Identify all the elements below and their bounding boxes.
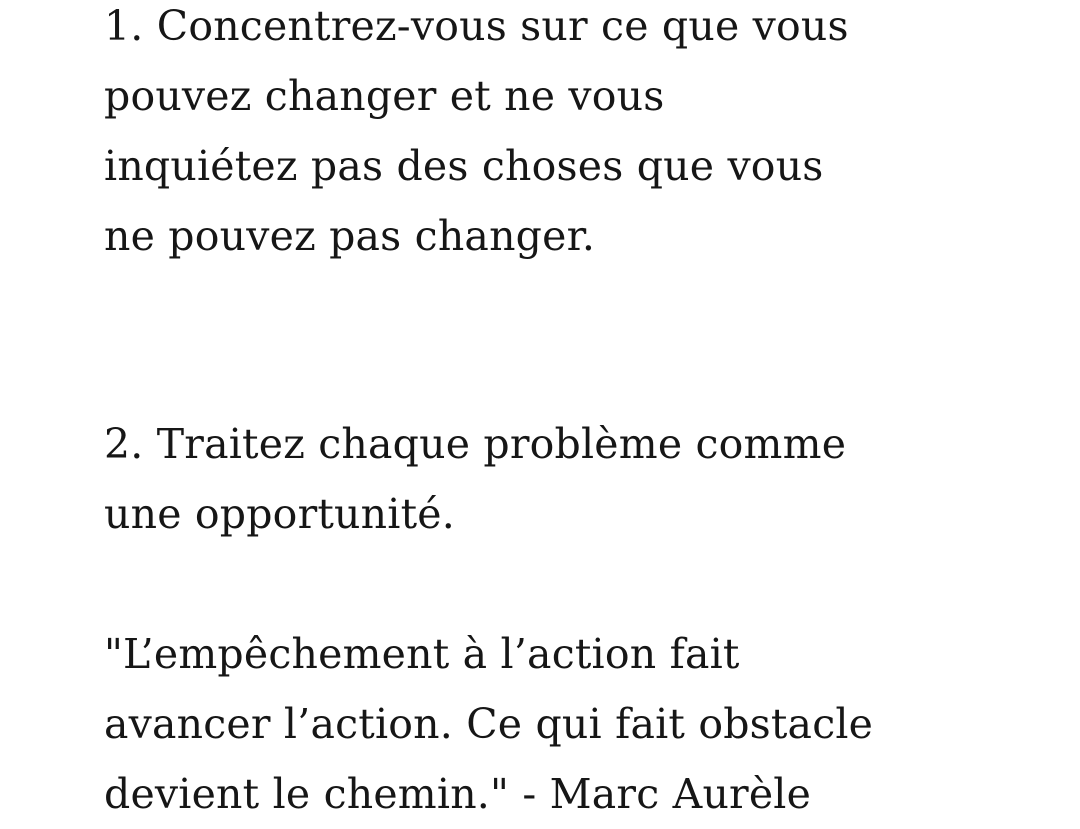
quote-text: "L’empêchement à l’action fait avancer l… bbox=[104, 630, 874, 818]
document-body: 1. Concentrez-vous sur ce que vous pouve… bbox=[104, 0, 1004, 829]
point-1-text: 1. Concentrez-vous sur ce que vous pouve… bbox=[104, 2, 849, 260]
point-2-text: 2. Traitez chaque problème comme une opp… bbox=[104, 420, 847, 538]
